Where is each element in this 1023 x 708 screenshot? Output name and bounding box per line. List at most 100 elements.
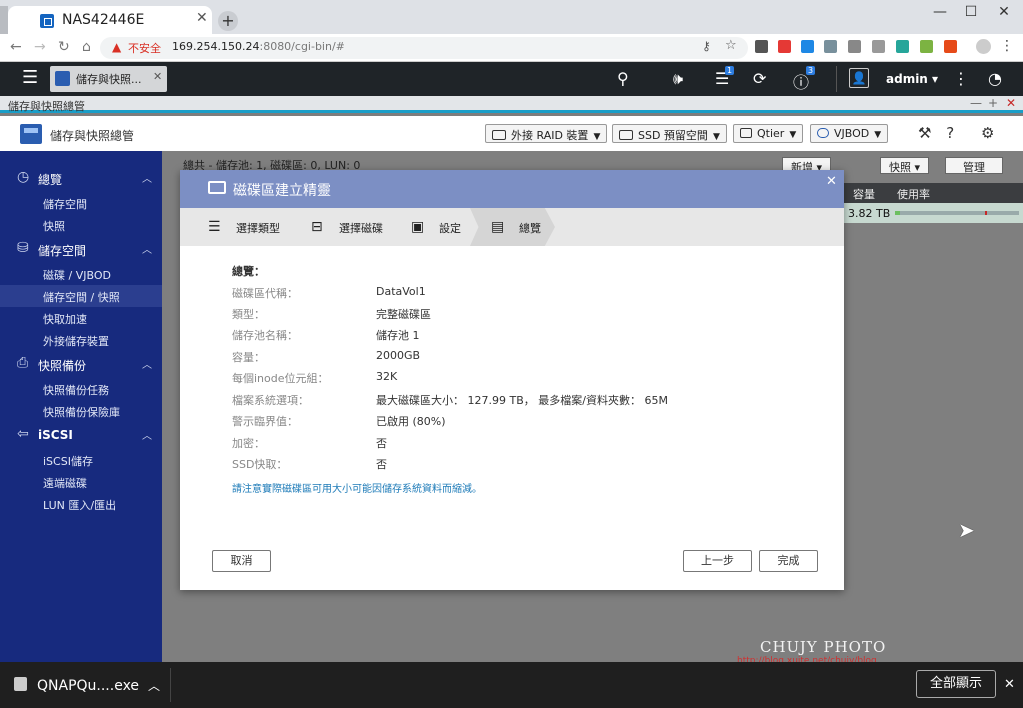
maximize-icon[interactable]: ☐ bbox=[956, 4, 986, 20]
field-value: 完整磁碟區 bbox=[376, 308, 431, 321]
sidebar-section-overview[interactable]: ◷ 總覽 ︿ bbox=[0, 167, 162, 191]
window-close-icon[interactable]: ✕ bbox=[1006, 96, 1016, 110]
external-raid-button[interactable]: 外接 RAID 裝置 ▼ bbox=[485, 124, 608, 143]
dashboard-gauge-icon[interactable]: ◔ bbox=[988, 69, 1002, 88]
browser-menu-icon[interactable]: ⋮ bbox=[1000, 38, 1014, 54]
clipboard-icon: ▤ bbox=[491, 219, 505, 235]
section-label: 快照備份 bbox=[38, 359, 87, 373]
adblock-icon[interactable] bbox=[778, 40, 791, 53]
column-capacity[interactable]: 容量 bbox=[853, 186, 875, 202]
tools-icon[interactable]: ⚒ bbox=[918, 124, 931, 142]
step-label: 選擇磁碟 bbox=[339, 222, 383, 235]
toolbar-icons: ⚒ ? ⚙ bbox=[918, 124, 994, 142]
field-value: 最大磁碟區大小： 127.99 TB， 最多檔案/資料夾數： 65M bbox=[376, 394, 668, 407]
extension-icon[interactable] bbox=[896, 40, 909, 53]
url-text[interactable]: 169.254.150.24:8080/cgi-bin/# bbox=[172, 40, 345, 53]
sidebar-item-backup-jobs[interactable]: 快照備份任務 bbox=[0, 378, 162, 400]
back-icon[interactable]: ← bbox=[10, 39, 22, 55]
window-minimize-icon[interactable]: — bbox=[970, 96, 982, 110]
vjbod-icon bbox=[817, 128, 829, 138]
forward-icon[interactable]: → bbox=[34, 39, 46, 55]
app-tab-close-icon[interactable]: ✕ bbox=[153, 70, 162, 83]
extension-icon[interactable] bbox=[848, 40, 861, 53]
new-tab-button[interactable]: + bbox=[218, 11, 238, 31]
key-icon[interactable]: ⚷ bbox=[702, 39, 711, 53]
window-maximize-icon[interactable]: + bbox=[988, 96, 998, 110]
browser-tab-stub[interactable] bbox=[0, 6, 8, 34]
snapshot-button[interactable]: 快照 ▾ bbox=[880, 157, 930, 174]
insecure-label[interactable]: 不安全 bbox=[128, 40, 161, 56]
sidebar-item-label: 遠端磁碟 bbox=[43, 477, 87, 490]
volume-wizard-dialog: 磁碟區建立精靈 ✕ ☰ 選擇類型 ⊟ 選擇磁碟 ▣ 設定 ▤ 總覽 總覽： 磁碟區代稱：… bbox=[180, 170, 844, 590]
task-icon[interactable]: ☰ 1 bbox=[715, 66, 735, 88]
more-options-icon[interactable]: ⋮ bbox=[953, 69, 969, 88]
sidebar-item-disks[interactable]: 磁碟 / VJBOD bbox=[0, 263, 162, 285]
qtier-button[interactable]: Qtier ▼ bbox=[733, 124, 804, 143]
field-value: 否 bbox=[376, 458, 387, 471]
reload-icon[interactable]: ↻ bbox=[58, 39, 70, 55]
manage-button[interactable]: 管理 bbox=[945, 157, 1003, 174]
task-count-badge: 1 bbox=[725, 66, 735, 75]
ssd-overprovision-button[interactable]: SSD 預留空間 ▼ bbox=[612, 124, 727, 143]
download-bar-close-icon[interactable]: ✕ bbox=[1004, 677, 1015, 692]
minimize-icon[interactable]: — bbox=[925, 4, 955, 20]
raid-icon bbox=[492, 130, 506, 140]
bookmark-star-icon[interactable]: ☆ bbox=[725, 38, 737, 53]
sidebar-section-snapshot-backup[interactable]: ⎙ 快照備份 ︿ bbox=[0, 353, 162, 377]
sidebar-item-label: 快照備份保險庫 bbox=[43, 406, 120, 419]
chevron-up-icon[interactable]: ︿ bbox=[142, 241, 152, 256]
dashboard-icon: ◷ bbox=[17, 169, 30, 185]
volume-icon[interactable]: 🕪 bbox=[673, 69, 683, 89]
info-icon[interactable]: ⓘ 3 bbox=[793, 66, 816, 93]
sidebar-item-label: 儲存空間 / 快照 bbox=[43, 291, 120, 304]
finish-button[interactable]: 完成 bbox=[759, 550, 818, 572]
sidebar-item-label: 儲存空間 bbox=[43, 198, 87, 211]
help-icon[interactable]: ? bbox=[946, 124, 954, 142]
settings-gear-icon[interactable]: ⚙ bbox=[981, 124, 994, 142]
show-all-button[interactable]: 全部顯示 bbox=[916, 670, 996, 698]
field-label: 磁碟區代稱： bbox=[232, 287, 298, 300]
url-path: :8080/cgi-bin/# bbox=[259, 40, 345, 53]
back-button[interactable]: 上一步 bbox=[683, 550, 752, 572]
header-divider bbox=[836, 66, 837, 92]
chevron-up-icon[interactable]: ︿ bbox=[142, 170, 152, 185]
extension-icon[interactable] bbox=[801, 40, 814, 53]
extension-icon[interactable] bbox=[755, 40, 768, 53]
sync-icon[interactable]: ⟳ bbox=[753, 69, 766, 88]
vjbod-button[interactable]: VJBOD ▼ bbox=[810, 124, 889, 143]
home-icon[interactable]: ⌂ bbox=[82, 39, 91, 55]
window-close-icon[interactable]: ✕ bbox=[989, 4, 1019, 20]
tab-close-icon[interactable]: ✕ bbox=[196, 10, 208, 26]
extension-icon[interactable] bbox=[824, 40, 837, 53]
download-file-name[interactable]: QNAPQu....exe bbox=[37, 678, 139, 694]
sidebar-section-storage[interactable]: ⛁ 儲存空間 ︿ bbox=[0, 238, 162, 262]
sidebar-item-lun-import[interactable]: LUN 匯入/匯出 bbox=[0, 493, 162, 515]
hamburger-menu-icon[interactable]: ☰ bbox=[22, 67, 38, 88]
sidebar-section-iscsi[interactable]: ⇦ iSCSI ︿ bbox=[0, 424, 162, 448]
chevron-up-icon[interactable]: ︿ bbox=[148, 677, 160, 694]
dialog-close-icon[interactable]: ✕ bbox=[826, 174, 837, 189]
column-usage[interactable]: 使用率 bbox=[897, 186, 930, 202]
chevron-up-icon[interactable]: ︿ bbox=[142, 356, 152, 371]
field-value: 否 bbox=[376, 437, 387, 450]
extension-icon[interactable] bbox=[872, 40, 885, 53]
sidebar-item-storage-snapshots[interactable]: 儲存空間 / 快照 bbox=[0, 285, 162, 307]
sidebar-item-remote-disk[interactable]: 遠端磁碟 bbox=[0, 471, 162, 493]
sidebar-item-vault[interactable]: 快照備份保險庫 bbox=[0, 400, 162, 422]
app-taskbar-tab[interactable]: 儲存與快照... ✕ bbox=[50, 66, 167, 92]
sidebar-item-cache[interactable]: 快取加速 bbox=[0, 307, 162, 329]
extension-icon[interactable] bbox=[944, 40, 957, 53]
settings-icon: ▣ bbox=[411, 219, 425, 235]
username-menu[interactable]: admin ▾ bbox=[886, 72, 938, 86]
sidebar-item-iscsi-storage[interactable]: iSCSI儲存 bbox=[0, 449, 162, 471]
sidebar-item-external[interactable]: 外接儲存裝置 bbox=[0, 329, 162, 351]
cancel-button[interactable]: 取消 bbox=[212, 550, 271, 572]
sidebar-item-storage[interactable]: 儲存空間 bbox=[0, 192, 162, 214]
user-icon[interactable]: 👤 bbox=[849, 68, 869, 88]
profile-avatar[interactable] bbox=[976, 39, 991, 54]
browser-tab[interactable]: NAS42446E ✕ bbox=[8, 6, 212, 34]
extension-icon[interactable] bbox=[920, 40, 933, 53]
sidebar-item-snapshot[interactable]: 快照 bbox=[0, 214, 162, 236]
chevron-up-icon[interactable]: ︿ bbox=[142, 427, 152, 442]
search-icon[interactable]: ⚲ bbox=[617, 69, 629, 88]
